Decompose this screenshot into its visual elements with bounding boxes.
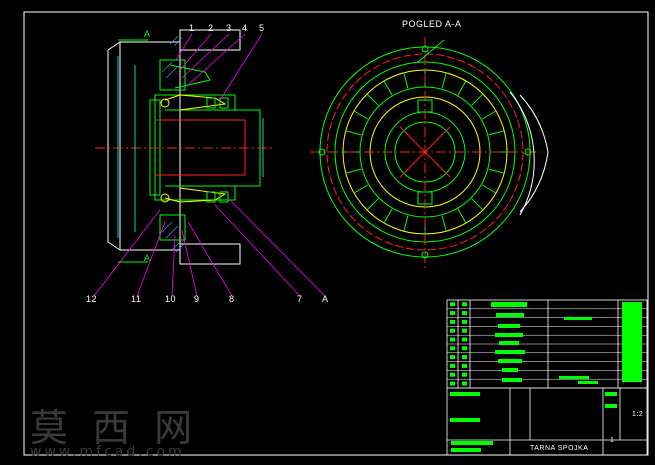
parts-list-position-cell xyxy=(450,372,455,377)
parts-list-position-cell xyxy=(462,302,467,307)
part-number-9: 9 xyxy=(194,294,200,304)
ring-slot xyxy=(441,72,447,89)
part-number-5: 5 xyxy=(259,23,265,33)
ring-slot xyxy=(488,130,505,136)
ring-slot xyxy=(366,198,379,211)
drawing-scale: 1:2 xyxy=(632,411,644,418)
ring-slot xyxy=(441,215,447,232)
ring-slot xyxy=(353,110,369,120)
parts-list-position-cell xyxy=(450,328,455,333)
parts-list-position-cell xyxy=(450,302,455,307)
ring-slot xyxy=(383,208,393,224)
leader-lines xyxy=(93,33,326,297)
parts-list-text xyxy=(450,302,642,452)
ring-slot xyxy=(383,80,393,96)
parts-list-position-cell xyxy=(450,337,455,342)
parts-list-position-cell xyxy=(450,381,455,386)
part-number-3: 3 xyxy=(226,23,232,33)
section-view xyxy=(95,29,275,265)
title-block xyxy=(446,299,648,456)
ring-slot xyxy=(353,184,369,194)
parts-list-position-cell xyxy=(462,337,467,342)
view-a-a xyxy=(310,37,549,268)
parts-list-position-cell xyxy=(462,355,467,360)
ring-slot xyxy=(488,168,505,174)
ring-slot xyxy=(481,184,497,194)
parts-list-rows xyxy=(447,302,647,389)
parts-list-position-cell xyxy=(462,346,467,351)
part-number-10: 10 xyxy=(165,294,177,304)
section-mark-top: A xyxy=(144,29,151,39)
ring-slot xyxy=(345,130,362,136)
parts-list-position-cell xyxy=(462,311,467,316)
view-title: POGLED A-A xyxy=(402,19,462,29)
part-number-1: 1 xyxy=(189,23,195,33)
part-number-12: 12 xyxy=(86,294,98,304)
ring-slot xyxy=(471,198,484,211)
ring-slot xyxy=(457,208,467,224)
ring-slot xyxy=(457,80,467,96)
ring-slot xyxy=(345,168,362,174)
parts-list-position-cell xyxy=(462,363,467,368)
ring-slot xyxy=(366,93,379,106)
ring-slot xyxy=(471,93,484,106)
parts-list-position-cell xyxy=(462,319,467,324)
parts-list-position-cell xyxy=(450,346,455,351)
part-number-11: 11 xyxy=(131,294,142,304)
parts-list-position-cell xyxy=(450,319,455,324)
parts-list-position-cell xyxy=(462,381,467,386)
ring-slot xyxy=(403,215,409,232)
parts-list-position-cell xyxy=(462,372,467,377)
cad-drawing xyxy=(23,11,649,456)
part-number-4: 4 xyxy=(242,23,248,33)
parts-list-position-cell xyxy=(450,355,455,360)
ring-slot xyxy=(403,72,409,89)
part-number-2: 2 xyxy=(208,23,214,33)
drawing-title: TARNA SPOJKA xyxy=(530,445,589,452)
parts-list-position-cell xyxy=(462,328,467,333)
part-number-8: 8 xyxy=(229,294,235,304)
section-mark-label: A xyxy=(322,294,329,304)
section-mark-bottom: A xyxy=(144,253,151,263)
sheet-number: 1 xyxy=(610,437,615,444)
watermark-url: www.mfcad.com xyxy=(30,444,185,460)
parts-list-position-cell xyxy=(450,311,455,316)
part-number-7: 7 xyxy=(297,294,303,304)
ring-slot xyxy=(481,110,497,120)
parts-list-position-cell xyxy=(450,363,455,368)
